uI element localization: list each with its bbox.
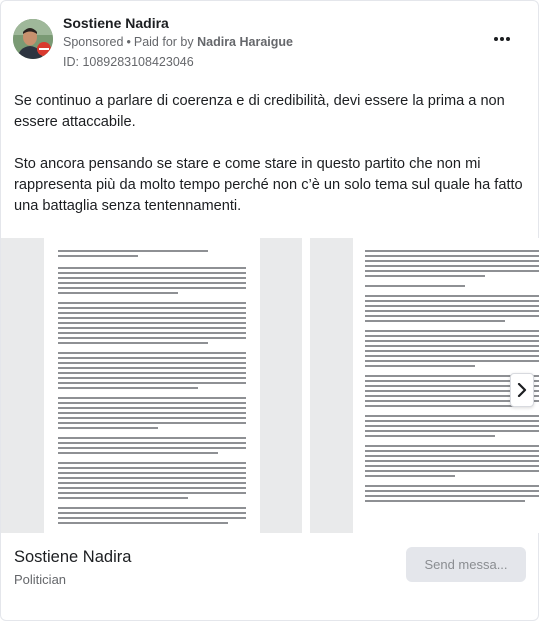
more-options-button[interactable]	[490, 31, 514, 47]
body-paragraph-2: Sto ancora pensando se stare e come star…	[14, 156, 523, 214]
avatar[interactable]	[13, 19, 53, 59]
more-horizontal-icon	[494, 37, 510, 41]
avatar-image	[13, 19, 53, 59]
carousel-slide-2[interactable]	[310, 238, 539, 533]
send-message-button[interactable]: Send messa...	[406, 547, 526, 582]
footer-title[interactable]: Sostiene Nadira	[14, 548, 131, 567]
carousel-next-button[interactable]	[510, 373, 534, 407]
document-text-image-1	[58, 250, 246, 524]
body-paragraph-1: Se continuo a parlare di coerenza e di c…	[14, 93, 505, 130]
meta-separator: •	[126, 35, 131, 49]
document-page-1	[44, 238, 260, 533]
sponsored-line: Sponsored • Paid for by Nadira Haraigue	[63, 35, 293, 49]
footer-subtitle: Politician	[14, 572, 67, 587]
carousel-slide-1[interactable]	[1, 238, 302, 533]
image-carousel	[1, 238, 539, 533]
sponsored-label: Sponsored	[63, 35, 124, 49]
page-name[interactable]: Sostiene Nadira	[63, 15, 169, 31]
ad-id: ID: 1089283108423046	[63, 55, 194, 69]
chevron-right-icon	[517, 383, 527, 397]
ad-footer: Sostiene Nadira Politician Send messa...	[14, 541, 526, 601]
ad-body-text: Se continuo a parlare di coerenza e di c…	[14, 91, 529, 252]
payer-name: Nadira Haraigue	[197, 35, 293, 49]
ad-card: Sostiene Nadira Sponsored • Paid for by Na…	[0, 0, 539, 621]
ad-header: Sostiene Nadira Sponsored • Paid for by Na…	[13, 13, 526, 73]
paid-for-label: Paid for by	[133, 35, 194, 49]
